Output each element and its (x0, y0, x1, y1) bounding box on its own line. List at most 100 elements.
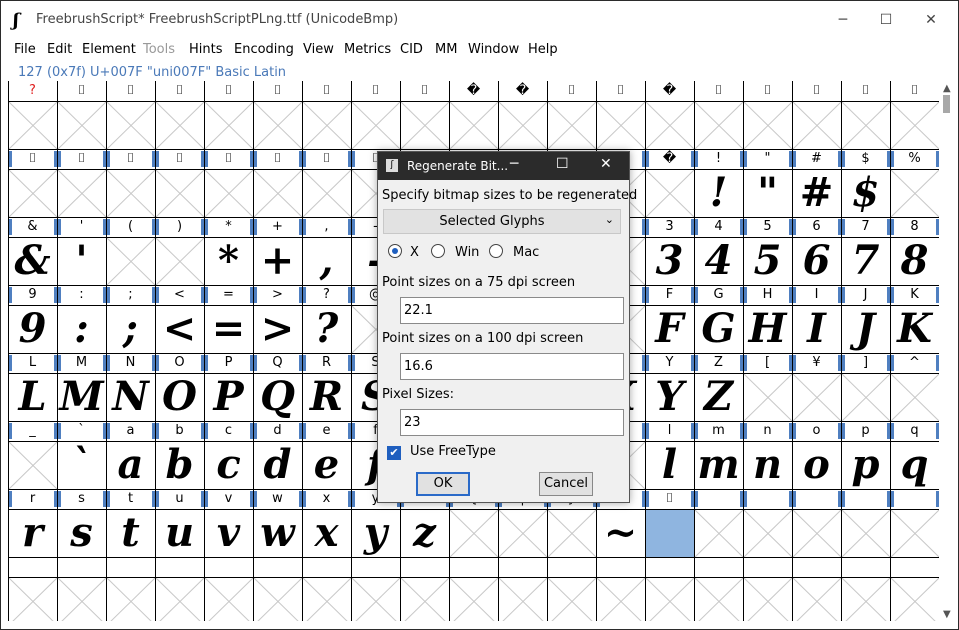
glyph-cell[interactable] (498, 101, 547, 149)
glyph-cell[interactable] (8, 169, 57, 217)
glyph-cell[interactable]: F (645, 305, 694, 353)
glyph-cell[interactable] (645, 509, 694, 557)
glyph-cell[interactable] (302, 169, 351, 217)
glyph-cell[interactable]: + (253, 237, 302, 285)
glyph-cell[interactable]: 6 (792, 237, 841, 285)
glyph-cell[interactable] (890, 373, 939, 421)
glyph-cell[interactable] (253, 169, 302, 217)
glyph-cell[interactable]: I (792, 305, 841, 353)
glyph-cell[interactable] (792, 509, 841, 557)
glyph-cell[interactable] (351, 577, 400, 621)
glyph-cell[interactable] (204, 577, 253, 621)
glyph-cell[interactable] (106, 237, 155, 285)
menu-hints[interactable]: Hints (189, 42, 223, 57)
glyph-cell[interactable] (106, 577, 155, 621)
glyph-cell[interactable]: * (204, 237, 253, 285)
glyph-cell[interactable] (890, 101, 939, 149)
use-freetype-checkbox[interactable]: ✔ (387, 446, 401, 460)
glyph-cell[interactable] (645, 577, 694, 621)
menu-element[interactable]: Element (82, 42, 136, 57)
glyph-cell[interactable] (841, 101, 890, 149)
glyph-cell[interactable]: Z (694, 373, 743, 421)
glyph-cell[interactable]: d (253, 441, 302, 489)
glyph-cell[interactable]: ` (57, 441, 106, 489)
dialog-minimize-button[interactable]: ─ (510, 156, 518, 172)
radio-x[interactable] (388, 244, 402, 258)
glyph-cell[interactable]: Q (253, 373, 302, 421)
glyph-cell[interactable]: & (8, 237, 57, 285)
glyph-cell[interactable]: " (743, 169, 792, 217)
glyph-cell[interactable]: 4 (694, 237, 743, 285)
glyph-cell[interactable]: s (57, 509, 106, 557)
close-button[interactable]: ✕ (908, 1, 954, 38)
glyph-cell[interactable]: # (792, 169, 841, 217)
maximize-button[interactable]: ☐ (863, 1, 909, 38)
glyph-cell[interactable]: 5 (743, 237, 792, 285)
glyph-cell[interactable]: < (155, 305, 204, 353)
glyph-cell[interactable] (253, 577, 302, 621)
glyph-cell[interactable]: q (890, 441, 939, 489)
glyph-cell[interactable]: ! (694, 169, 743, 217)
menu-view[interactable]: View (303, 42, 334, 57)
glyph-cell[interactable] (449, 577, 498, 621)
glyph-cell[interactable] (302, 101, 351, 149)
glyph-cell[interactable]: 9 (8, 305, 57, 353)
glyph-cell[interactable]: J (841, 305, 890, 353)
glyph-cell[interactable]: M (57, 373, 106, 421)
glyph-cell[interactable]: > (253, 305, 302, 353)
glyph-cell[interactable] (890, 169, 939, 217)
glyph-cell[interactable] (155, 237, 204, 285)
glyph-cell[interactable] (155, 101, 204, 149)
glyph-cell[interactable]: b (155, 441, 204, 489)
glyph-cell[interactable] (449, 509, 498, 557)
glyph-cell[interactable] (743, 101, 792, 149)
glyph-cell[interactable]: m (694, 441, 743, 489)
radio-mac[interactable] (489, 244, 503, 258)
glyph-cell[interactable]: N (106, 373, 155, 421)
scroll-down-icon[interactable]: ▼ (943, 609, 951, 620)
glyph-cell[interactable]: l (645, 441, 694, 489)
pixel-sizes-input[interactable]: 23 (400, 409, 624, 436)
scroll-up-icon[interactable]: ▲ (943, 83, 951, 94)
glyph-cell[interactable]: y (351, 509, 400, 557)
glyph-cell[interactable]: K (890, 305, 939, 353)
glyph-cell[interactable] (547, 509, 596, 557)
glyph-cell[interactable] (449, 101, 498, 149)
pt100-input[interactable]: 16.6 (400, 353, 624, 380)
pt75-input[interactable]: 22.1 (400, 297, 624, 324)
glyph-cell[interactable] (400, 577, 449, 621)
glyph-cell[interactable]: G (694, 305, 743, 353)
glyph-cell[interactable] (57, 577, 106, 621)
scroll-thumb[interactable] (943, 95, 950, 113)
glyph-cell[interactable] (351, 101, 400, 149)
glyph-cell[interactable] (57, 101, 106, 149)
glyph-cell[interactable] (841, 577, 890, 621)
glyph-cell[interactable] (645, 101, 694, 149)
glyph-cell[interactable]: 8 (890, 237, 939, 285)
glyph-cell[interactable]: p (841, 441, 890, 489)
glyph-cell[interactable]: Y (645, 373, 694, 421)
glyph-cell[interactable]: ' (57, 237, 106, 285)
glyph-cell[interactable]: x (302, 509, 351, 557)
menu-mm[interactable]: MM (435, 42, 457, 57)
glyph-cell[interactable]: ; (106, 305, 155, 353)
glyph-cell[interactable]: ~ (596, 509, 645, 557)
glyph-cell[interactable]: r (8, 509, 57, 557)
glyph-cell[interactable]: ? (302, 305, 351, 353)
glyph-cell[interactable]: e (302, 441, 351, 489)
glyph-cell[interactable] (302, 577, 351, 621)
glyph-cell[interactable] (57, 169, 106, 217)
menu-edit[interactable]: Edit (47, 42, 72, 57)
glyph-cell[interactable] (694, 101, 743, 149)
menu-encoding[interactable]: Encoding (234, 42, 294, 57)
menu-cid[interactable]: CID (400, 42, 423, 57)
glyph-cell[interactable] (498, 577, 547, 621)
glyph-cell[interactable] (253, 101, 302, 149)
glyph-cell[interactable] (890, 577, 939, 621)
glyph-cell[interactable] (8, 577, 57, 621)
glyph-cell[interactable] (792, 577, 841, 621)
glyph-cell[interactable] (841, 373, 890, 421)
minimize-button[interactable]: ─ (820, 1, 866, 38)
menu-window[interactable]: Window (468, 42, 519, 57)
glyph-cell[interactable]: z (400, 509, 449, 557)
